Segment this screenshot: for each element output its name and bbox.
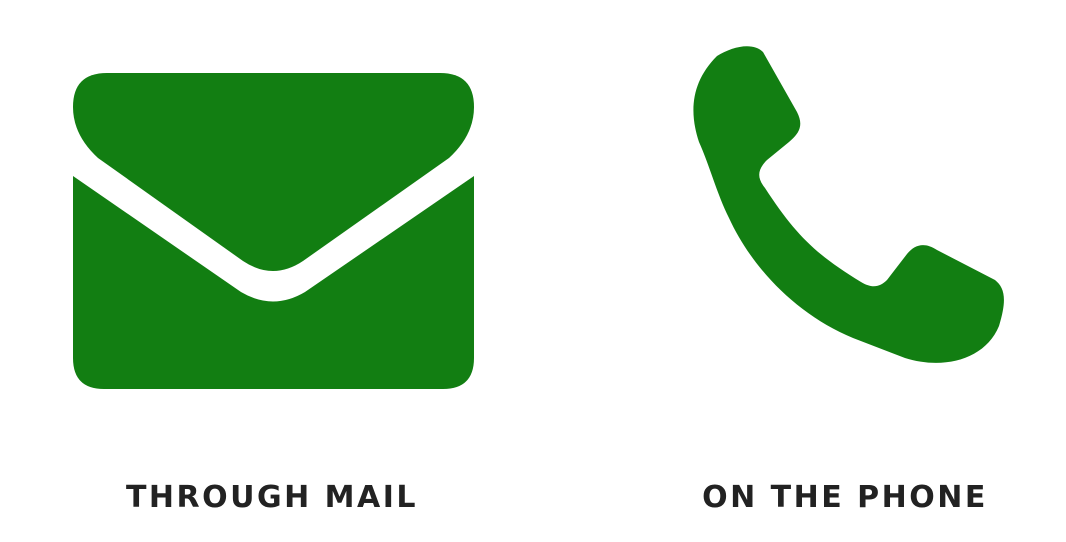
- envelope-icon: [73, 73, 474, 389]
- contact-option-label: THROUGH MAIL: [125, 480, 419, 515]
- contact-option-phone[interactable]: ON THE PHONE: [545, 0, 1066, 542]
- contact-option-mail[interactable]: THROUGH MAIL: [0, 0, 545, 542]
- contact-option-label: ON THE PHONE: [702, 480, 988, 515]
- phone-icon: [685, 44, 1005, 364]
